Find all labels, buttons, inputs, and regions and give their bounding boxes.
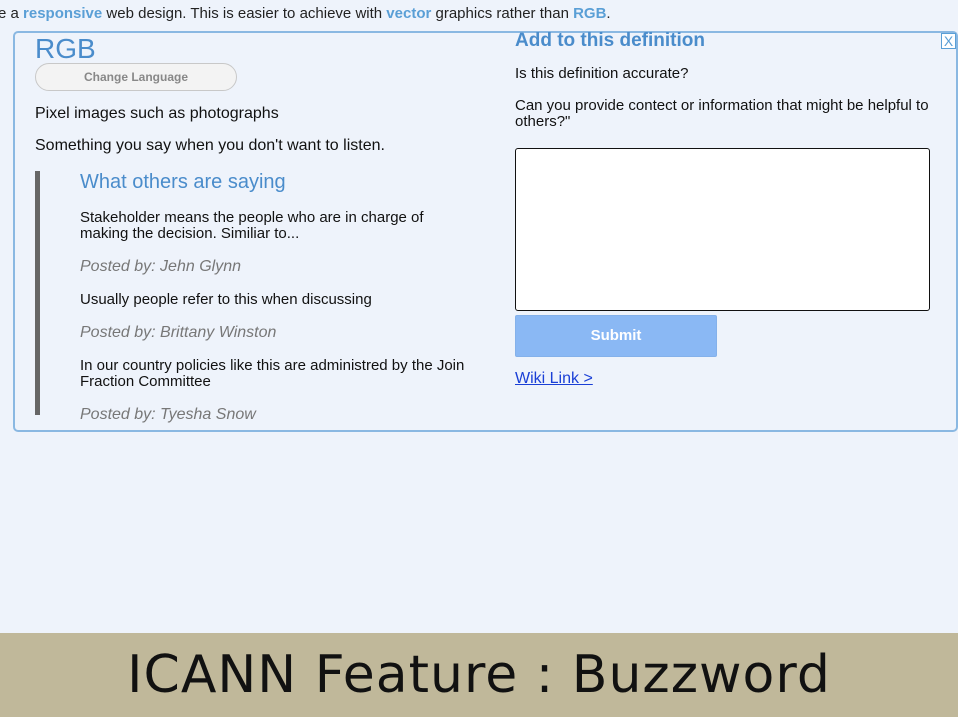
rgb-link[interactable]: RGB bbox=[573, 5, 606, 22]
accuracy-question: Is this definition accurate? bbox=[515, 65, 689, 82]
vector-link[interactable]: vector bbox=[386, 5, 431, 22]
context-question: Can you provide contect or information t… bbox=[515, 97, 929, 130]
intro-mid2: graphics rather than bbox=[431, 5, 574, 22]
footer-title: ICANN Feature : Buzzword bbox=[127, 645, 831, 705]
comment-poster: Posted by: Brittany Winston bbox=[80, 324, 277, 341]
comment-text: Stakeholder means the people who are in … bbox=[80, 209, 424, 242]
comment-poster: Posted by: Jehn Glynn bbox=[80, 258, 241, 275]
footer-banner: ICANN Feature : Buzzword bbox=[0, 633, 958, 717]
comment-poster: Posted by: Tyesha Snow bbox=[80, 406, 256, 423]
comment-text: In our country policies like this are ad… bbox=[80, 357, 465, 390]
term-title: RGB bbox=[35, 33, 96, 64]
definition-1: Pixel images such as photographs bbox=[35, 105, 279, 122]
submit-button[interactable]: Submit bbox=[515, 315, 717, 357]
definition-card: X RGB Change Language Pixel images such … bbox=[13, 30, 958, 432]
definition-2: Something you say when you don't want to… bbox=[35, 137, 385, 154]
add-definition-panel: Add to this definition Is this definitio… bbox=[515, 30, 945, 388]
others-section: What others are saying Stakeholder means… bbox=[35, 171, 465, 423]
intro-suffix: . bbox=[606, 5, 611, 22]
others-heading: What others are saying bbox=[80, 171, 286, 193]
change-language-button[interactable]: Change Language bbox=[35, 63, 237, 91]
wiki-link[interactable]: Wiki Link > bbox=[515, 370, 593, 388]
intro-mid1: web design. This is easier to achieve wi… bbox=[102, 5, 387, 22]
comment-text: Usually people refer to this when discus… bbox=[80, 291, 372, 308]
intro-prefix: e a bbox=[0, 5, 24, 22]
add-definition-heading: Add to this definition bbox=[515, 30, 705, 51]
definition-textarea[interactable] bbox=[515, 148, 930, 311]
responsive-link[interactable]: responsive bbox=[23, 5, 102, 22]
intro-sentence: e a responsive web design. This is easie… bbox=[0, 5, 611, 22]
